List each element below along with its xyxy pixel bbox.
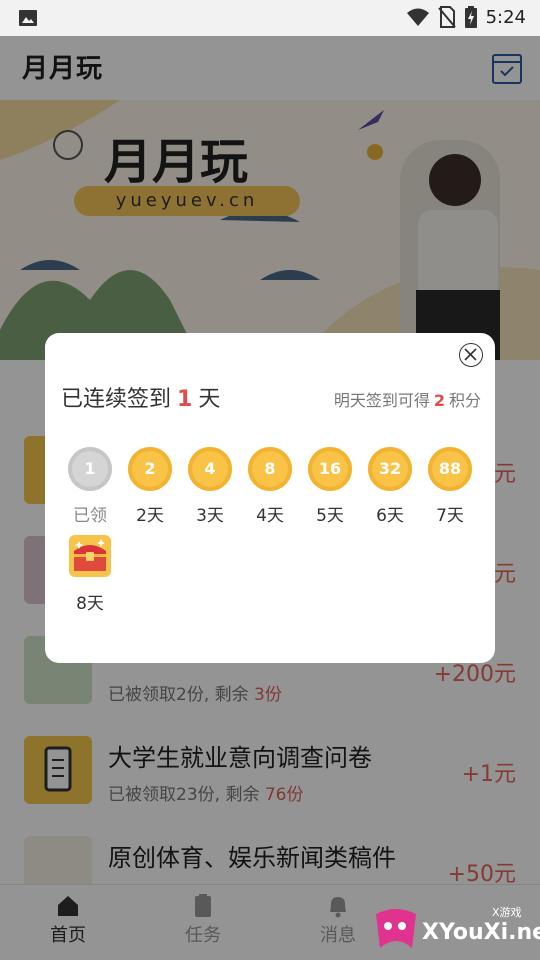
checkin-dialog: 已连续签到 1 天 明天签到可得 2 积分 1 已领 2 2天 4 3天 8 4天 16… — [45, 333, 495, 663]
streak-suffix: 天 — [198, 387, 221, 412]
watermark-text: XYouXi.net — [422, 920, 540, 945]
tomorrow-points: 2 — [433, 391, 445, 410]
coin-icon: 8 — [248, 447, 292, 491]
gamepad-icon — [376, 909, 416, 948]
site-watermark: X游戏 XYouXi.net — [370, 900, 540, 956]
checkin-day-5[interactable]: 16 5天 — [300, 447, 360, 526]
tomorrow-reward-text: 明天签到可得 2 积分 — [334, 387, 481, 411]
day-label: 7天 — [436, 506, 464, 526]
coin-icon: 1 — [68, 447, 112, 491]
checkin-day-7[interactable]: 88 7天 — [420, 447, 480, 526]
day-label: 3天 — [196, 506, 224, 526]
battery-charging-icon — [464, 6, 477, 28]
wifi-icon — [406, 8, 429, 26]
coin-icon: 88 — [428, 447, 472, 491]
tomorrow-suffix: 积分 — [448, 391, 481, 410]
checkin-day-4[interactable]: 8 4天 — [240, 447, 300, 526]
day-label: 8天 — [76, 594, 104, 614]
status-bar: 5:24 — [0, 0, 540, 36]
checkin-day-3[interactable]: 4 3天 — [180, 447, 240, 526]
day-label: 已领 — [73, 506, 107, 526]
streak-prefix: 已连续签到 — [61, 387, 172, 412]
day-label: 5天 — [316, 506, 344, 526]
checkin-day-6[interactable]: 32 6天 — [360, 447, 420, 526]
tomorrow-prefix: 明天签到可得 — [333, 391, 430, 410]
status-icons: 5:24 — [406, 6, 526, 28]
treasure-chest-icon — [67, 533, 113, 579]
status-time: 5:24 — [485, 6, 526, 28]
day-label: 4天 — [256, 506, 284, 526]
checkin-day-1[interactable]: 1 已领 — [60, 447, 120, 526]
checkin-day-8[interactable]: 8天 — [60, 533, 120, 614]
day-label: 6天 — [376, 506, 404, 526]
streak-text: 已连续签到 1 天 — [61, 381, 220, 413]
day-label: 2天 — [136, 506, 164, 526]
no-sim-icon — [437, 6, 456, 28]
coin-icon: 4 — [188, 447, 232, 491]
coin-icon: 16 — [308, 447, 352, 491]
watermark-small: X游戏 — [492, 906, 522, 919]
image-icon — [19, 10, 37, 26]
checkin-day-2[interactable]: 2 2天 — [120, 447, 180, 526]
close-icon[interactable] — [459, 343, 483, 367]
coin-icon: 2 — [128, 447, 172, 491]
streak-days: 1 — [177, 387, 193, 412]
coin-icon: 32 — [368, 447, 412, 491]
